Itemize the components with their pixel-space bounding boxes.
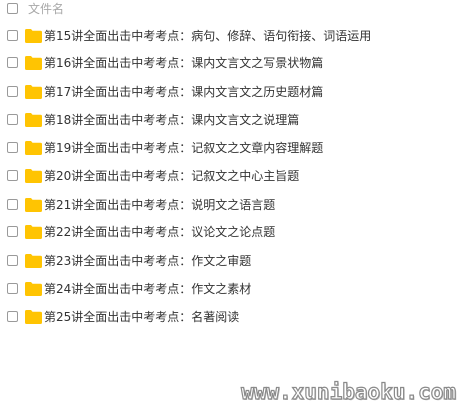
folder-icon (25, 85, 42, 99)
file-name[interactable]: 第25讲全面出击中考考点：名著阅读 (44, 309, 239, 325)
folder-icon (25, 113, 42, 127)
file-name[interactable]: 第21讲全面出击中考考点：说明文之语言题 (44, 197, 275, 213)
file-name[interactable]: 第22讲全面出击中考考点：议论文之论点题 (44, 224, 275, 240)
row-checkbox[interactable] (7, 255, 18, 266)
file-row[interactable]: 第21讲全面出击中考考点：说明文之语言题 (0, 196, 462, 216)
row-checkbox[interactable] (7, 114, 18, 125)
row-checkbox[interactable] (7, 226, 18, 237)
file-row[interactable]: 第22讲全面出击中考考点：议论文之论点题 (0, 223, 462, 243)
folder-icon (25, 169, 42, 183)
file-row[interactable]: 第18讲全面出击中考考点：课内文言文之说理篇 (0, 111, 462, 131)
row-checkbox[interactable] (7, 86, 18, 97)
file-row[interactable]: 第20讲全面出击中考考点：记叙文之中心主旨题 (0, 167, 462, 187)
list-header: 文件名 (0, 0, 462, 20)
file-row[interactable]: 第25讲全面出击中考考点：名著阅读 (0, 308, 462, 328)
file-row[interactable]: 第23讲全面出击中考考点：作文之审题 (0, 252, 462, 272)
row-checkbox[interactable] (7, 30, 18, 41)
file-name[interactable]: 第16讲全面出击中考考点：课内文言文之写景状物篇 (44, 55, 323, 71)
row-checkbox[interactable] (7, 311, 18, 322)
file-row[interactable]: 第16讲全面出击中考考点：课内文言文之写景状物篇 (0, 54, 462, 74)
folder-icon (25, 29, 42, 43)
folder-icon (25, 198, 42, 212)
file-name[interactable]: 第17讲全面出击中考考点：课内文言文之历史题材篇 (44, 84, 323, 100)
file-row[interactable]: 第19讲全面出击中考考点：记叙文之文章内容理解题 (0, 139, 462, 159)
folder-icon (25, 310, 42, 324)
folder-icon (25, 225, 42, 239)
file-row[interactable]: 第15讲全面出击中考考点：病句、修辞、语句衔接、词语运用 (0, 27, 462, 47)
row-checkbox[interactable] (7, 199, 18, 210)
row-checkbox[interactable] (7, 142, 18, 153)
folder-icon (25, 254, 42, 268)
file-name[interactable]: 第23讲全面出击中考考点：作文之审题 (44, 253, 251, 269)
folder-icon (25, 282, 42, 296)
row-checkbox[interactable] (7, 170, 18, 181)
file-row[interactable]: 第24讲全面出击中考考点：作文之素材 (0, 280, 462, 300)
file-row[interactable]: 第17讲全面出击中考考点：课内文言文之历史题材篇 (0, 83, 462, 103)
row-checkbox[interactable] (7, 283, 18, 294)
site-watermark: www.xunibaoku.com (240, 379, 456, 404)
select-all-checkbox[interactable] (7, 3, 18, 14)
folder-icon (25, 56, 42, 70)
file-name[interactable]: 第24讲全面出击中考考点：作文之素材 (44, 281, 251, 297)
file-name[interactable]: 第15讲全面出击中考考点：病句、修辞、语句衔接、词语运用 (44, 28, 371, 44)
folder-icon (25, 141, 42, 155)
file-name[interactable]: 第19讲全面出击中考考点：记叙文之文章内容理解题 (44, 140, 323, 156)
file-name[interactable]: 第18讲全面出击中考考点：课内文言文之说理篇 (44, 112, 299, 128)
filename-column-header[interactable]: 文件名 (28, 1, 64, 17)
row-checkbox[interactable] (7, 57, 18, 68)
file-name[interactable]: 第20讲全面出击中考考点：记叙文之中心主旨题 (44, 168, 299, 184)
